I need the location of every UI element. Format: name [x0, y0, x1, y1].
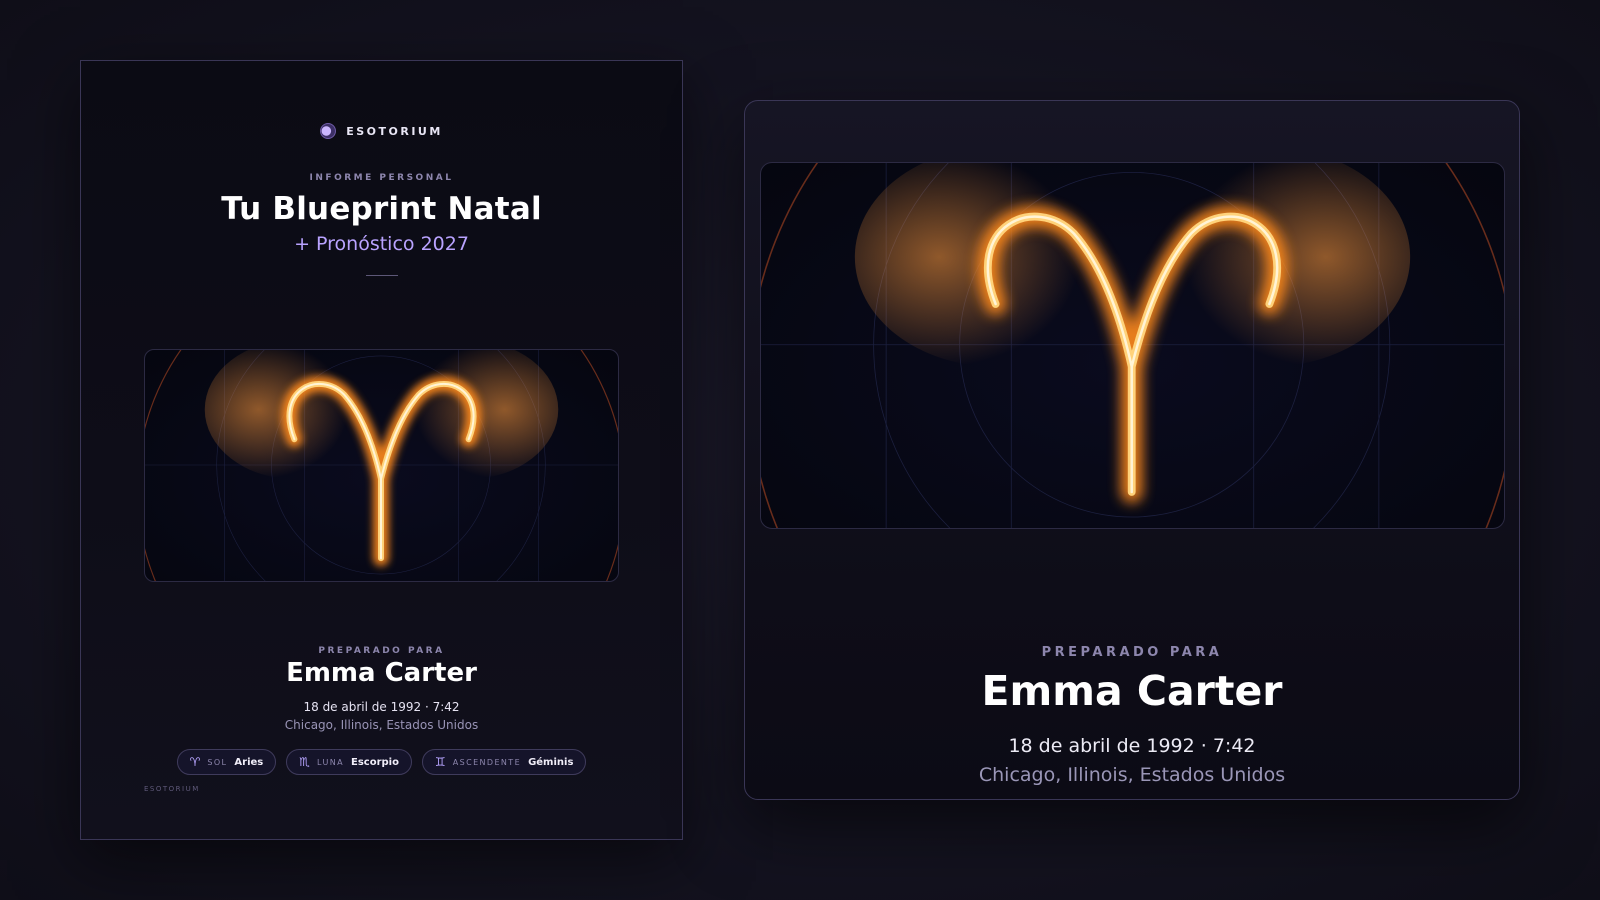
brand-name: ESOTORIUM	[346, 124, 443, 138]
aries-artwork-large	[760, 162, 1505, 529]
aries-glyph-icon	[761, 163, 1504, 528]
chip-label: SOL	[207, 757, 228, 767]
birth-place: Chicago, Illinois, Estados Unidos	[284, 718, 479, 732]
moon-logo-icon	[320, 123, 337, 139]
chip-value: Aries	[234, 756, 264, 768]
report-subtitle: + Pronóstico 2027	[294, 233, 469, 255]
birth-place: Chicago, Illinois, Estados Unidos	[978, 764, 1286, 786]
prepared-for-label: PREPARADO PARA	[1041, 645, 1223, 660]
report-title: Tu Blueprint Natal	[221, 191, 542, 227]
client-name: Emma Carter	[286, 658, 477, 688]
prepared-for-label: PREPARADO PARA	[318, 646, 445, 656]
report-eyebrow: INFORME PERSONAL	[309, 173, 454, 183]
aries-glyph-icon	[145, 350, 618, 581]
chip-sun: ♈ SOL Aries	[176, 749, 277, 775]
footer-brand: ESOTORIUM	[144, 785, 200, 793]
placement-chips: ♈ SOL Aries ♏ LUNA Escorpio ♊ ASCENDENTE…	[81, 749, 682, 775]
aries-artwork	[144, 349, 619, 582]
chip-ascendant: ♊ ASCENDENTE Géminis	[421, 749, 587, 775]
aries-icon: ♈	[189, 755, 201, 769]
chip-label: ASCENDENTE	[452, 757, 522, 767]
chip-value: Escorpio	[351, 756, 399, 768]
report-cover: ESOTORIUM INFORME PERSONAL Tu Blueprint …	[80, 60, 683, 840]
birth-date: 18 de abril de 1992 · 7:42	[303, 700, 460, 714]
scorpio-icon: ♏	[299, 755, 311, 769]
cover-preview-zoom: PREPARADO PARA Emma Carter 18 de abril d…	[744, 100, 1520, 800]
gemini-icon: ♊	[434, 755, 446, 769]
client-name: Emma Carter	[981, 667, 1283, 715]
chip-moon: ♏ LUNA Escorpio	[286, 749, 412, 775]
chip-label: LUNA	[317, 757, 344, 767]
birth-date: 18 de abril de 1992 · 7:42	[1008, 735, 1256, 757]
brand-logo: ESOTORIUM	[81, 123, 682, 139]
title-divider	[366, 275, 398, 276]
chip-value: Géminis	[528, 756, 574, 768]
